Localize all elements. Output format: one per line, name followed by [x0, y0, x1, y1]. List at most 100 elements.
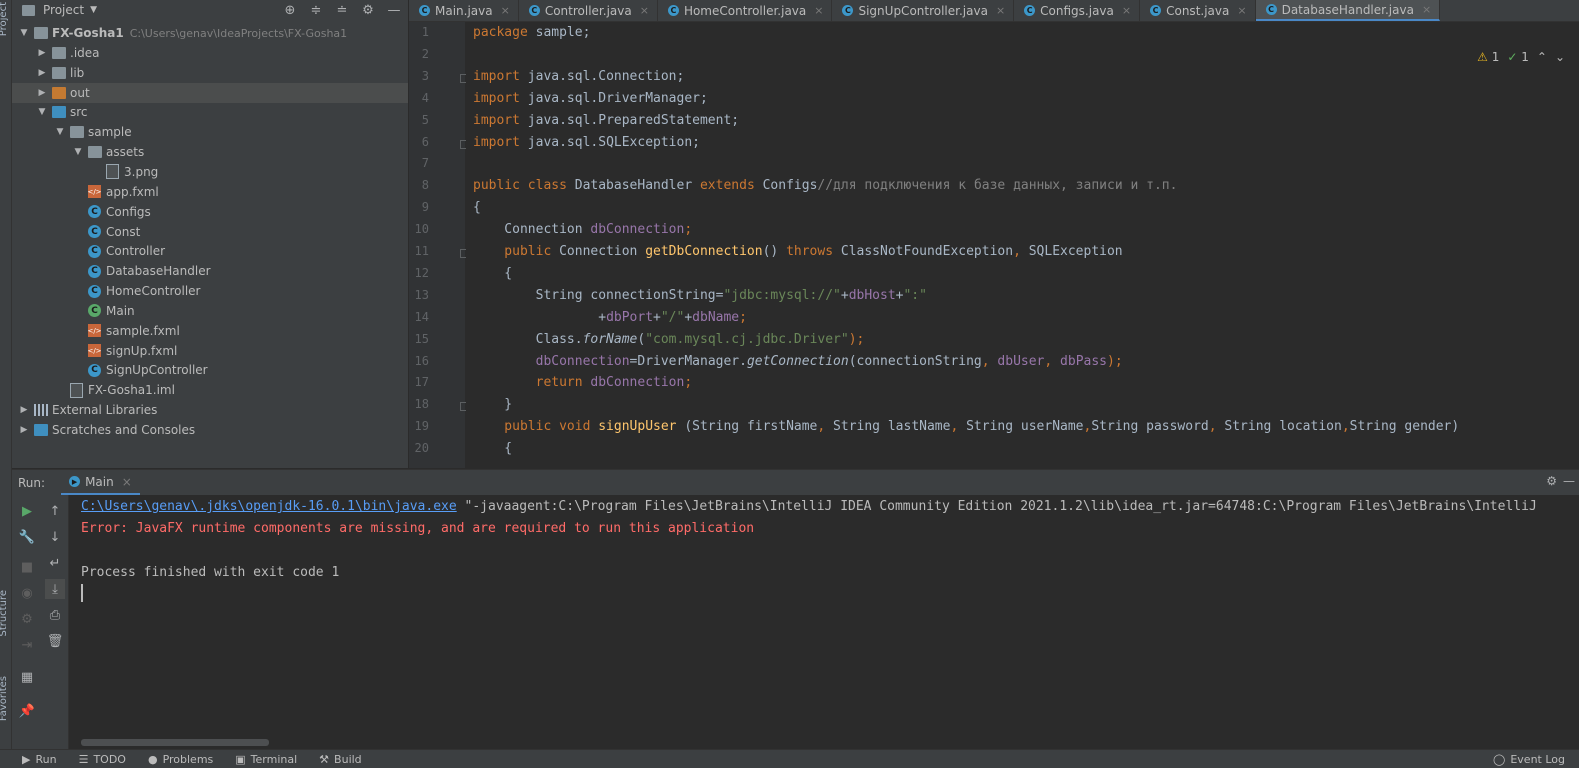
chevron-up-icon[interactable]: ⌃	[1537, 50, 1547, 64]
chevron-down-icon[interactable]: ⌄	[1555, 50, 1565, 64]
tree-item[interactable]: C Configs	[12, 202, 408, 222]
tree-item[interactable]: C Controller	[12, 241, 408, 261]
code-line: String connectionString="jdbc:mysql://"+…	[473, 287, 927, 303]
close-icon[interactable]: ×	[1122, 4, 1131, 17]
gear-icon[interactable]: ⚙	[1546, 474, 1557, 488]
code-line: {	[473, 200, 481, 216]
tree-item[interactable]: ▶ lib	[12, 63, 408, 83]
exit-icon[interactable]: ⇥	[17, 635, 37, 655]
tree-item[interactable]: ▼ src	[12, 102, 408, 122]
layout-icon[interactable]: ▦	[17, 667, 37, 687]
bottom-tab-todo[interactable]: ☰ TODO	[79, 753, 126, 766]
chevron-right-icon[interactable]: ▶	[36, 68, 48, 78]
chevron-right-icon[interactable]: ▶	[36, 88, 48, 98]
code-line: public void signUpUser (String firstName…	[473, 419, 1460, 435]
pin-icon[interactable]: 📌	[17, 701, 37, 721]
trash-icon[interactable]: 🗑	[45, 631, 65, 651]
tree-item-label: FX-Gosha1.iml	[88, 383, 175, 398]
hide-icon[interactable]: —	[386, 2, 402, 18]
tree-item[interactable]: ▶ External Libraries	[12, 400, 408, 420]
left-tool-strip: Project Structure Favorites	[0, 0, 12, 767]
bottom-tab-build[interactable]: ⚒ Build	[319, 753, 362, 766]
code-line: public class DatabaseHandler extends Con…	[473, 178, 1178, 194]
scroll-to-end-icon[interactable]: ⤓	[45, 579, 65, 599]
java-exe-link[interactable]: C:\Users\genav\.jdks\openjdk-16.0.1\bin\…	[81, 499, 457, 514]
tree-item-label: Const	[106, 224, 141, 239]
editor-tab[interactable]: C Const.java ×	[1140, 0, 1256, 21]
editor-tab[interactable]: C Controller.java ×	[519, 0, 658, 21]
project-tool-label[interactable]: Project	[0, 2, 9, 36]
tree-item[interactable]: ▼ sample	[12, 122, 408, 142]
close-icon[interactable]: ×	[1237, 4, 1246, 17]
close-icon[interactable]: ×	[640, 4, 649, 17]
arrow-up-icon[interactable]: ↑	[45, 501, 65, 521]
camera-icon[interactable]: ◉	[17, 583, 37, 603]
chevron-down-icon[interactable]: ▼	[54, 127, 66, 137]
expand-all-icon[interactable]: ≑	[308, 2, 324, 18]
tree-item[interactable]: </> signUp.fxml	[12, 341, 408, 361]
inspection-status[interactable]: ⚠ 1 ✓ 1 ⌃ ⌄	[1477, 50, 1565, 64]
tree-item[interactable]: ▼ FX-Gosha1 C:\Users\genav\IdeaProjects\FX…	[12, 23, 408, 43]
structure-tool-label[interactable]: Structure	[0, 590, 9, 637]
locate-icon[interactable]: ⊕	[282, 2, 298, 18]
tree-item[interactable]: C Main	[12, 301, 408, 321]
rerun-icon[interactable]: ▶	[17, 501, 37, 521]
arrow-down-icon[interactable]: ↓	[45, 527, 65, 547]
chevron-down-icon[interactable]: ▼	[18, 28, 30, 38]
favorites-tool-label[interactable]: Favorites	[0, 676, 9, 721]
tree-item[interactable]: </> sample.fxml	[12, 321, 408, 341]
bottom-tab-run[interactable]: ▶ Run	[22, 753, 57, 766]
chevron-right-icon[interactable]: ▶	[18, 405, 30, 415]
tree-item-label: assets	[106, 145, 145, 160]
print-icon[interactable]: ⎙	[45, 605, 65, 625]
tree-item[interactable]: FX-Gosha1.iml	[12, 380, 408, 400]
project-panel: Project ▼ ⊕ ≑ ≐ ⚙ — ▼ FX-Gosha1 C:\Users\g…	[12, 0, 408, 468]
restore-layout-icon[interactable]: ⚙	[17, 609, 37, 629]
close-icon[interactable]: ×	[501, 4, 510, 17]
tree-item[interactable]: </> app.fxml	[12, 182, 408, 202]
tree-item-label: sample	[88, 125, 132, 140]
close-icon[interactable]: ×	[814, 4, 823, 17]
soft-wrap-icon[interactable]: ↵	[45, 553, 65, 573]
tree-item[interactable]: ▶ .idea	[12, 43, 408, 63]
tree-item[interactable]: 3.png	[12, 162, 408, 182]
tree-item[interactable]: ▶ Scratches and Consoles	[12, 420, 408, 440]
run-console[interactable]: C:\Users\genav\.jdks\openjdk-16.0.1\bin\…	[69, 495, 1579, 749]
folder-icon	[34, 27, 48, 39]
tree-item[interactable]: ▶ out	[12, 82, 408, 103]
close-icon[interactable]: ×	[996, 4, 1005, 17]
event-log-button[interactable]: ◯ Event Log	[1493, 753, 1565, 766]
editor-tab[interactable]: C HomeController.java ×	[658, 0, 833, 21]
editor-tab[interactable]: C Main.java ×	[409, 0, 519, 21]
close-icon[interactable]: ×	[122, 475, 132, 489]
chevron-down-icon[interactable]: ▼	[36, 107, 48, 117]
problems-icon: ●	[147, 752, 158, 766]
editor-tab[interactable]: C DatabaseHandler.java ×	[1255, 0, 1441, 21]
wrench-icon[interactable]: 🔧	[17, 527, 37, 547]
chevron-right-icon[interactable]: ▶	[36, 48, 48, 58]
bottom-tab-terminal[interactable]: ▣ Terminal	[235, 753, 297, 766]
chevron-down-icon[interactable]: ▼	[90, 5, 97, 15]
chevron-right-icon[interactable]: ▶	[18, 425, 30, 435]
code-editor[interactable]: ⚠ 1 ✓ 1 ⌃ ⌄ package sample; import java.s…	[466, 22, 1579, 468]
editor-tab[interactable]: C Configs.java ×	[1014, 0, 1141, 21]
gear-icon[interactable]: ⚙	[360, 2, 376, 18]
collapse-all-icon[interactable]: ≐	[334, 2, 350, 18]
tree-item[interactable]: C DatabaseHandler	[12, 261, 408, 281]
tree-item[interactable]: ▼ assets	[12, 142, 408, 162]
chevron-down-icon[interactable]: ▼	[72, 147, 84, 157]
tree-item[interactable]: C HomeController	[12, 281, 408, 301]
close-icon[interactable]: ×	[1422, 3, 1431, 16]
horizontal-scrollbar[interactable]	[81, 739, 269, 746]
line-number: 16	[414, 353, 429, 368]
project-panel-title[interactable]: Project	[43, 3, 84, 17]
run-tab-main[interactable]: ▶ Main ×	[61, 470, 140, 495]
tree-item[interactable]: C Const	[12, 222, 408, 242]
stop-icon[interactable]: ■	[17, 557, 37, 577]
bottom-tab-build-label: Build	[334, 752, 362, 766]
tree-item[interactable]: C SignUpController	[12, 360, 408, 380]
line-number: 12	[414, 265, 429, 280]
bottom-tab-problems[interactable]: ● Problems	[148, 753, 213, 766]
editor-tab[interactable]: C SignUpController.java ×	[832, 0, 1015, 21]
hide-icon[interactable]: —	[1563, 474, 1575, 488]
